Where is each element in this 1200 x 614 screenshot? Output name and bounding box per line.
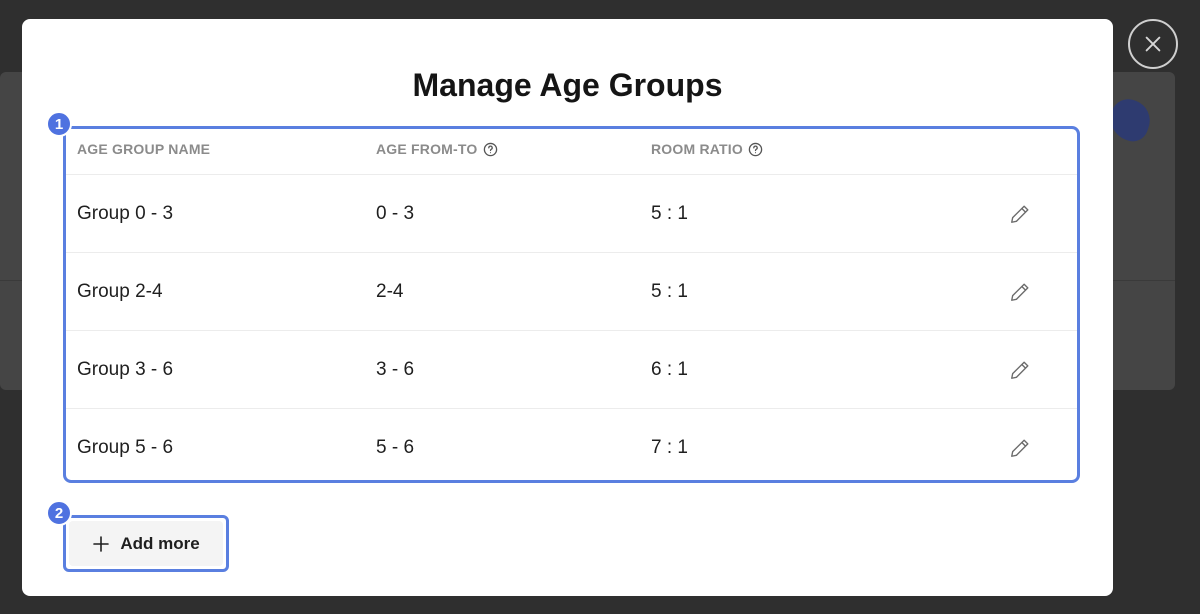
pencil-icon bbox=[1011, 283, 1029, 301]
age-range-cell: 5 - 6 bbox=[376, 437, 415, 458]
table-row: Group 0 - 3 0 - 3 5 : 1 bbox=[66, 175, 1077, 253]
age-group-name-cell: Group 2-4 bbox=[77, 280, 163, 302]
plus-icon bbox=[93, 535, 110, 552]
header-age-group-name-label: AGE GROUP NAME bbox=[77, 141, 211, 157]
step-badge-1: 1 bbox=[46, 111, 72, 137]
age-groups-table: AGE GROUP NAME AGE FROM-TO ROOM RATIO Gr… bbox=[63, 126, 1080, 483]
age-range-cell: 0 - 3 bbox=[376, 202, 415, 224]
age-group-name-cell: Group 3 - 6 bbox=[77, 358, 174, 380]
header-age-from-to: AGE FROM-TO bbox=[376, 141, 498, 157]
header-room-ratio-label: ROOM RATIO bbox=[651, 141, 743, 157]
edit-row-button[interactable] bbox=[1006, 175, 1034, 252]
room-ratio-cell: 5 : 1 bbox=[651, 202, 688, 224]
header-age-group-name: AGE GROUP NAME bbox=[77, 141, 210, 157]
help-circle-icon[interactable] bbox=[483, 142, 498, 157]
header-room-ratio: ROOM RATIO bbox=[651, 141, 763, 157]
add-more-highlight: Add more bbox=[63, 515, 229, 572]
table-row: Group 2-4 2-4 5 : 1 bbox=[66, 253, 1077, 331]
room-ratio-cell: 6 : 1 bbox=[651, 358, 688, 380]
room-ratio-cell: 5 : 1 bbox=[651, 280, 688, 302]
close-button[interactable] bbox=[1128, 19, 1178, 69]
add-more-button[interactable]: Add more bbox=[69, 521, 223, 566]
edit-row-button[interactable] bbox=[1006, 253, 1034, 330]
help-circle-icon[interactable] bbox=[748, 142, 763, 157]
table-header-row: AGE GROUP NAME AGE FROM-TO ROOM RATIO bbox=[66, 129, 1077, 175]
age-range-cell: 2-4 bbox=[376, 280, 404, 302]
header-age-from-to-label: AGE FROM-TO bbox=[376, 141, 478, 157]
age-group-name-cell: Group 0 - 3 bbox=[77, 202, 174, 224]
step-badge-2: 2 bbox=[46, 500, 72, 526]
room-ratio-cell: 7 : 1 bbox=[651, 437, 688, 458]
pencil-icon bbox=[1011, 439, 1029, 457]
age-group-name-cell: Group 5 - 6 bbox=[77, 437, 174, 458]
pencil-icon bbox=[1011, 205, 1029, 223]
manage-age-groups-modal: Manage Age Groups AGE GROUP NAME AGE FRO… bbox=[22, 19, 1113, 596]
edit-row-button[interactable] bbox=[1006, 331, 1034, 408]
modal-title: Manage Age Groups bbox=[412, 67, 723, 103]
close-icon bbox=[1145, 36, 1161, 52]
pencil-icon bbox=[1011, 361, 1029, 379]
table-row: Group 3 - 6 3 - 6 6 : 1 bbox=[66, 331, 1077, 409]
add-more-label: Add more bbox=[120, 533, 200, 553]
age-range-cell: 3 - 6 bbox=[376, 358, 415, 380]
edit-row-button[interactable] bbox=[1006, 409, 1034, 487]
table-row: Group 5 - 6 5 - 6 7 : 1 bbox=[66, 409, 1077, 487]
